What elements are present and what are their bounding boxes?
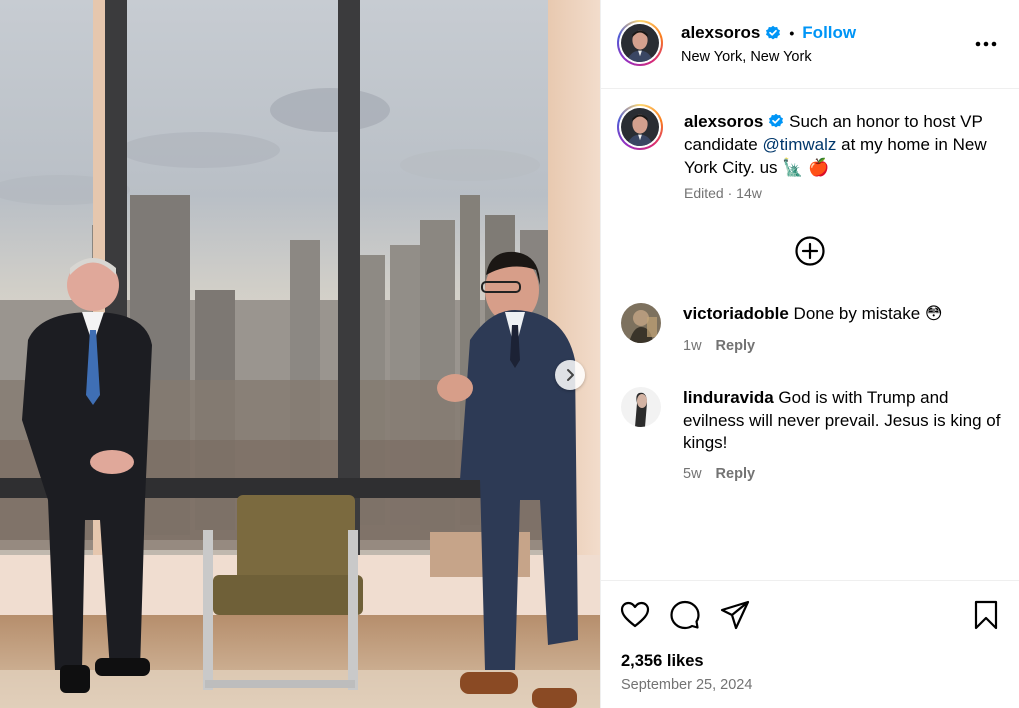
load-more-comments-button[interactable] bbox=[794, 235, 826, 267]
author-avatar-image bbox=[621, 24, 659, 62]
bookmark-icon[interactable] bbox=[970, 599, 1002, 631]
post-image bbox=[0, 0, 600, 708]
follow-button[interactable]: Follow bbox=[802, 23, 856, 43]
verified-badge-icon bbox=[769, 113, 784, 128]
likes-count[interactable]: 2,356 likes bbox=[621, 652, 704, 671]
heart-icon[interactable] bbox=[619, 599, 651, 631]
author-line: alexsoros • Follow bbox=[681, 23, 856, 43]
add-circle-icon bbox=[795, 236, 825, 266]
carousel-next-button[interactable] bbox=[555, 360, 585, 390]
commenter-avatar[interactable] bbox=[621, 303, 661, 343]
post-date: September 25, 2024 bbox=[621, 677, 753, 693]
reply-button[interactable]: Reply bbox=[716, 466, 756, 482]
author-username[interactable]: alexsoros bbox=[681, 23, 760, 43]
separator-dot: • bbox=[789, 25, 795, 41]
post-actions: 2,356 likes September 25, 2024 bbox=[601, 580, 1019, 708]
comment-text: linduravida God is with Trump and evilne… bbox=[683, 387, 1013, 455]
comment-meta: 1w Reply bbox=[683, 338, 755, 354]
comment-meta: 5w Reply bbox=[683, 466, 755, 482]
commenter-avatar[interactable] bbox=[621, 387, 661, 427]
comment-bubble-icon[interactable] bbox=[669, 599, 701, 631]
comment-age[interactable]: 1w bbox=[683, 338, 702, 354]
comment-age[interactable]: 5w bbox=[683, 466, 702, 482]
chevron-right-icon bbox=[567, 369, 574, 381]
reply-button[interactable]: Reply bbox=[716, 338, 756, 354]
more-options-button[interactable] bbox=[974, 34, 998, 54]
verified-badge-icon bbox=[766, 25, 781, 40]
caption-age[interactable]: 14w bbox=[736, 185, 762, 201]
more-options-icon bbox=[975, 41, 997, 47]
post-location[interactable]: New York, New York bbox=[681, 49, 812, 65]
caption-username[interactable]: alexsoros bbox=[684, 112, 763, 131]
comment-text: victoriadoble Done by mistake 😳 bbox=[683, 303, 1013, 326]
caption-author-avatar[interactable] bbox=[617, 104, 663, 150]
caption-author-avatar-image bbox=[621, 108, 659, 146]
comment-username[interactable]: victoriadoble bbox=[683, 304, 789, 323]
comment-body: Done by mistake 😳 bbox=[788, 304, 943, 323]
caption-meta: Edited · 14w bbox=[684, 185, 762, 201]
post-header: alexsoros • Follow New York, New York bbox=[601, 0, 1019, 89]
caption-mention-link[interactable]: @timwalz bbox=[762, 135, 836, 154]
edited-label: Edited bbox=[684, 185, 724, 201]
author-avatar[interactable] bbox=[617, 20, 663, 66]
comment-username[interactable]: linduravida bbox=[683, 388, 774, 407]
caption-text: alexsoros Such an honor to host VP candi… bbox=[684, 110, 1014, 179]
post-photo[interactable] bbox=[0, 0, 600, 708]
paper-plane-icon[interactable] bbox=[719, 599, 751, 631]
post-details-panel: alexsoros • Follow New York, New York al… bbox=[600, 0, 1019, 708]
